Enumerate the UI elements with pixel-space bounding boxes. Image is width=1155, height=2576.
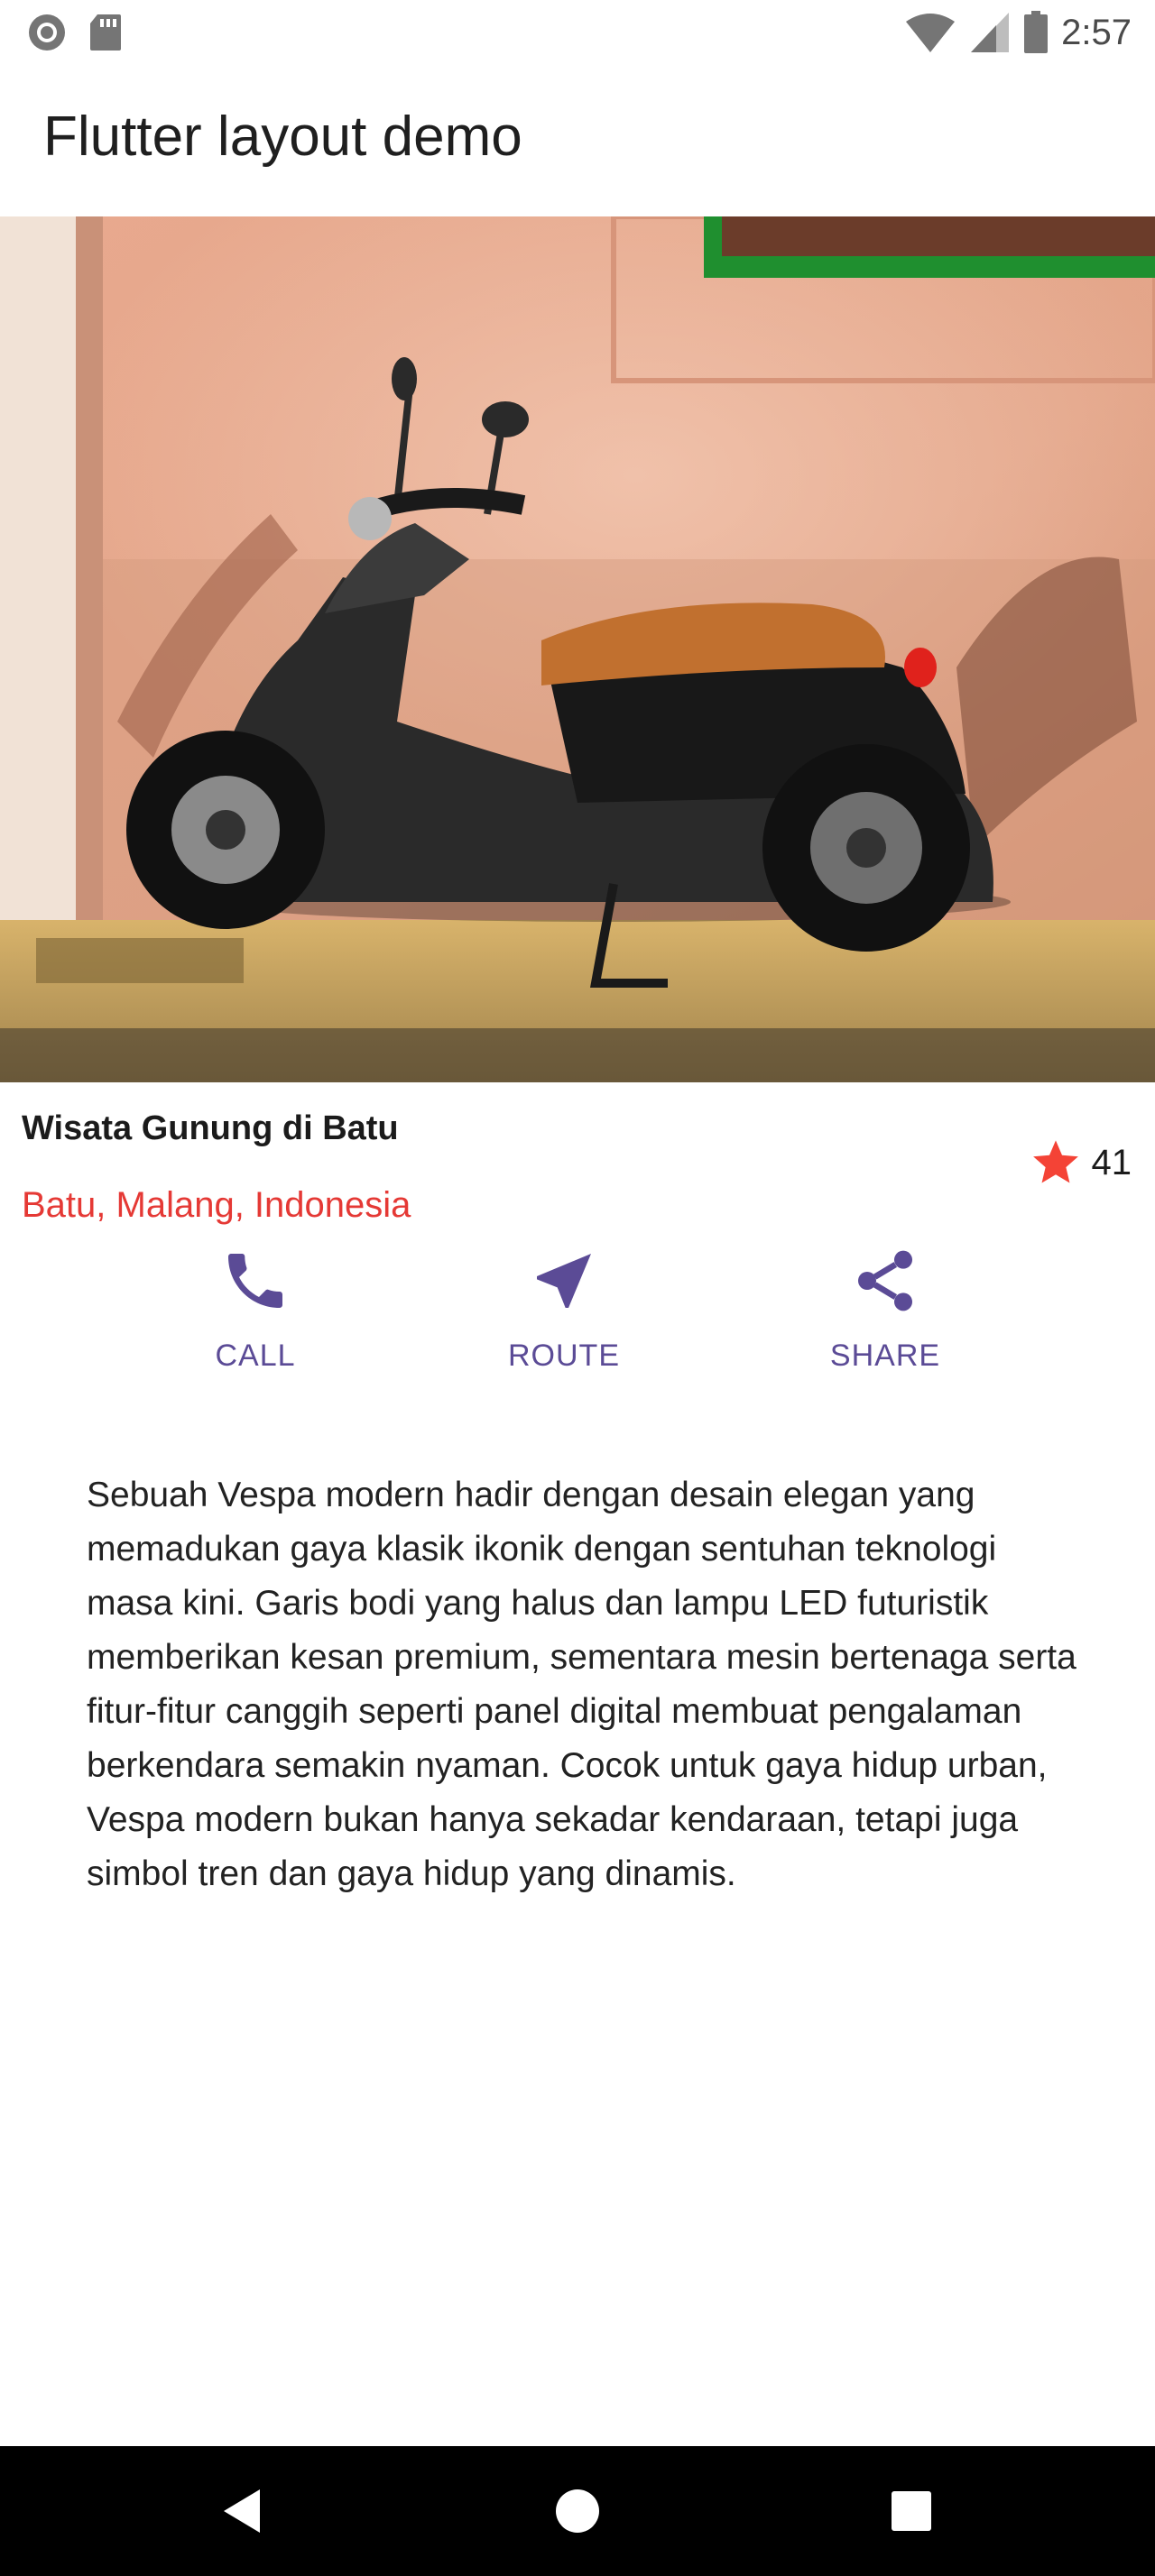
recents-icon[interactable] [884,2484,938,2538]
route-button[interactable]: ROUTE [474,1245,654,1374]
app-bar: Flutter layout demo [0,65,1155,216]
scooter-photo [0,216,1155,1082]
record-icon [29,14,65,51]
system-nav-bar [0,2446,1155,2576]
share-label: SHARE [829,1339,941,1373]
app-title: Flutter layout demo [43,106,522,168]
navigation-icon [537,1254,591,1308]
status-bar: 2:57 [0,0,1155,65]
phone-icon [228,1254,282,1308]
share-icon [858,1250,912,1311]
wifi-icon [906,14,956,52]
back-icon[interactable] [217,2484,271,2538]
title-section: Wisata Gunung di Batu Batu, Malang, Indo… [0,1082,1155,1236]
hero-image [0,216,1155,1082]
star-icon [1032,1140,1078,1183]
battery-icon [1024,11,1049,53]
action-button-row: CALL ROUTE SHARE [0,1245,1155,1407]
call-button[interactable]: CALL [165,1245,346,1374]
share-button[interactable]: SHARE [795,1245,975,1374]
rating: 41 [1029,1136,1132,1189]
status-time: 2:57 [1061,13,1132,52]
signal-icon [971,13,1010,52]
description-text: Sebuah Vespa modern hadir dengan desain … [87,1476,1076,1893]
sd-card-icon [90,14,121,51]
route-label: ROUTE [508,1339,620,1373]
place-location: Batu, Malang, Indonesia [22,1185,411,1225]
call-label: CALL [215,1339,296,1373]
rating-count: 41 [1091,1142,1132,1182]
place-name: Wisata Gunung di Batu [22,1109,399,1147]
home-icon[interactable] [550,2484,605,2538]
